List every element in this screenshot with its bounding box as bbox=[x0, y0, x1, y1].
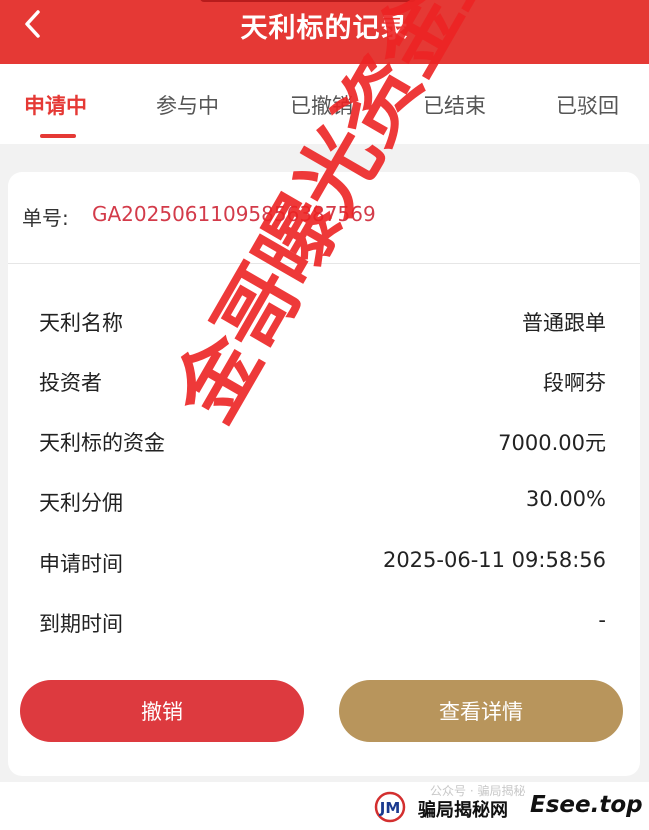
site-logo-text: JM bbox=[379, 799, 401, 817]
field-value: 2025-06-11 09:58:56 bbox=[382, 548, 606, 572]
field-value: - bbox=[598, 608, 606, 632]
field-value: 7000.00元 bbox=[498, 431, 606, 455]
field-row-commission: 天利分佣 30.00% bbox=[8, 483, 640, 523]
tab-participating[interactable]: 参与中 bbox=[156, 90, 219, 120]
order-number-label: 单号: bbox=[22, 206, 69, 230]
field-value: 段啊芬 bbox=[543, 371, 606, 395]
site-logo: JM bbox=[374, 791, 406, 823]
field-row-product-name: 天利名称 普通跟单 bbox=[8, 303, 640, 343]
field-value: 30.00% bbox=[525, 487, 606, 511]
field-row-apply-time: 申请时间 2025-06-11 09:58:56 bbox=[8, 544, 640, 584]
footer-site-name: 骗局揭秘网 bbox=[418, 800, 508, 821]
field-value: 普通跟单 bbox=[522, 311, 606, 335]
active-tab-indicator bbox=[40, 134, 76, 138]
field-label: 到期时间 bbox=[39, 612, 123, 636]
field-row-funds: 天利标的资金 7000.00元 bbox=[8, 423, 640, 463]
field-row-investor: 投资者 段啊芬 bbox=[8, 363, 640, 403]
field-label: 天利标的资金 bbox=[39, 431, 165, 455]
field-label: 申请时间 bbox=[39, 552, 123, 576]
page-title: 天利标的记录 bbox=[240, 13, 409, 44]
app-header: 天利标的记录 bbox=[0, 0, 649, 64]
cancel-button[interactable]: 撤销 bbox=[20, 680, 304, 742]
tab-rejected[interactable]: 已驳回 bbox=[556, 90, 619, 120]
field-label: 天利分佣 bbox=[39, 491, 123, 515]
tab-applying[interactable]: 申请中 bbox=[24, 90, 87, 120]
field-row-expiry-time: 到期时间 - bbox=[8, 604, 640, 644]
field-label: 投资者 bbox=[39, 371, 102, 395]
field-label: 天利名称 bbox=[39, 311, 123, 335]
view-details-button[interactable]: 查看详情 bbox=[339, 680, 623, 742]
footer-domain: Esee.top bbox=[530, 792, 643, 818]
